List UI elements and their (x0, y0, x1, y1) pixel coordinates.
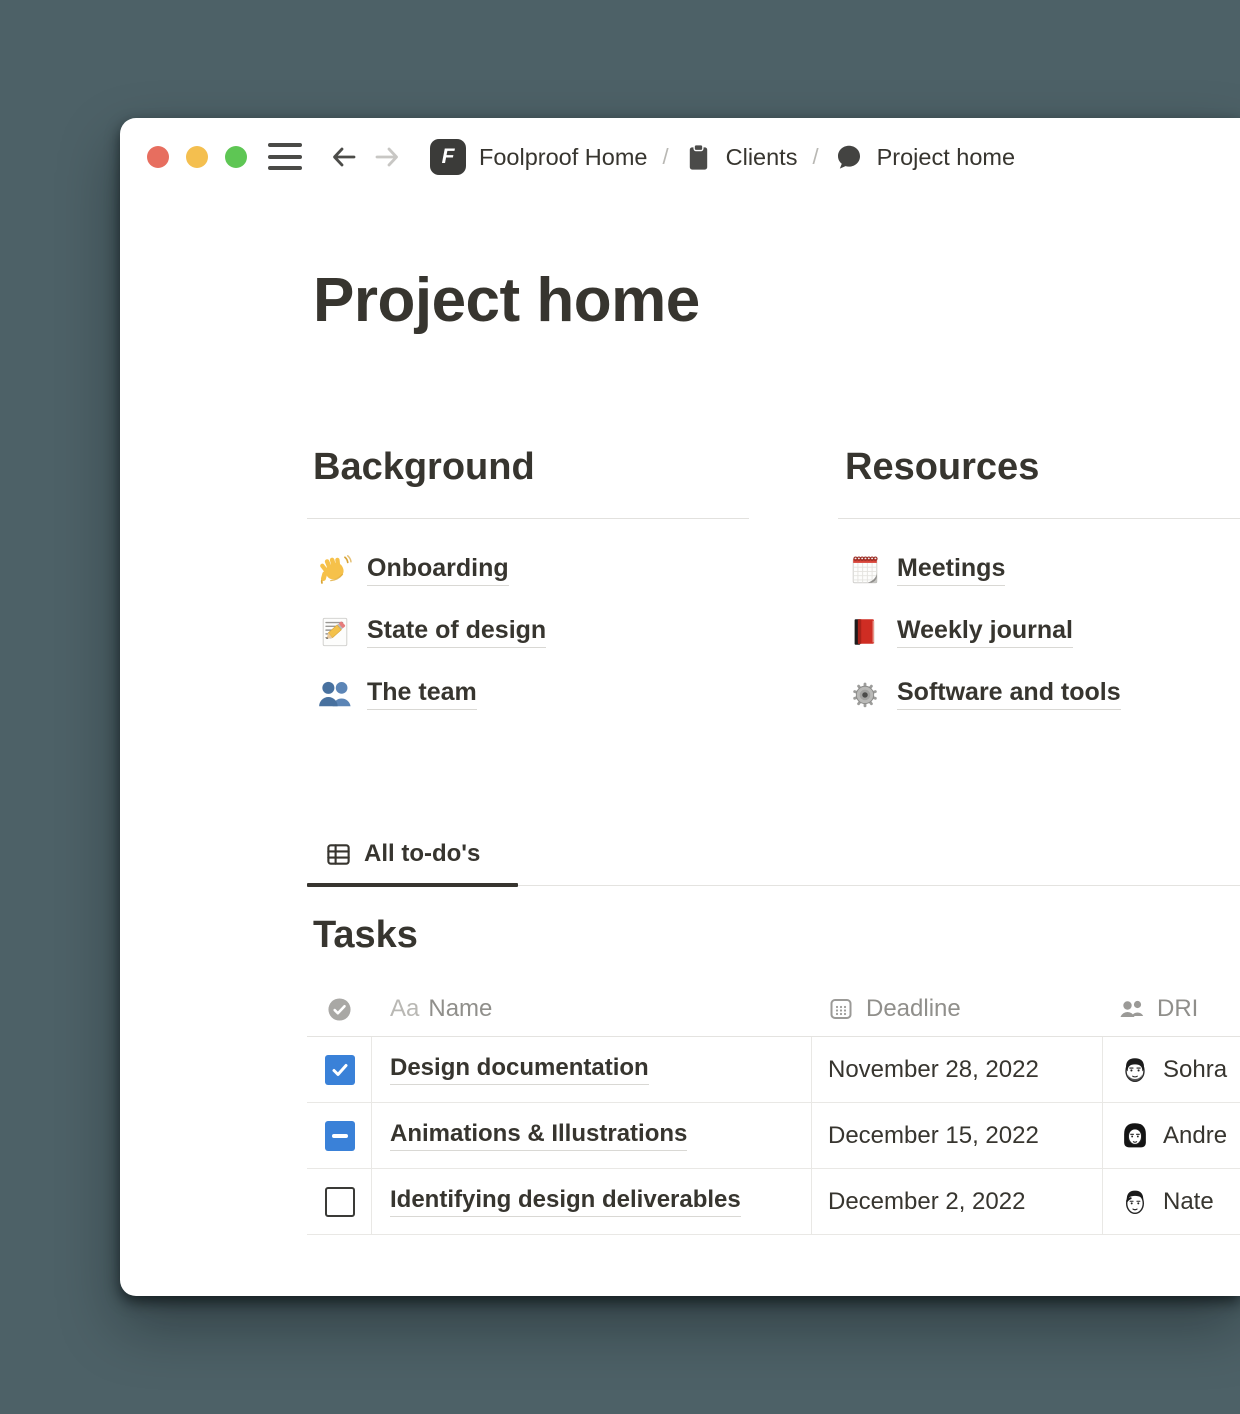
dri-name: Nate (1163, 1188, 1214, 1216)
name-cell[interactable]: Animations & Illustrations (372, 1103, 812, 1168)
breadcrumb-separator: / (663, 144, 669, 170)
deadline-value: December 2, 2022 (828, 1188, 1025, 1216)
table-header-row: Aa Name Deadline (307, 982, 1240, 1037)
text-property-icon: Aa (390, 995, 419, 1023)
breadcrumb: F Foolproof Home / Clients / Project hom… (430, 139, 1015, 175)
column-header-deadline: Deadline (866, 995, 961, 1023)
dri-cell[interactable]: Sohra (1103, 1037, 1240, 1102)
close-button[interactable] (147, 146, 169, 168)
avatar-bearded-man (1118, 1053, 1152, 1087)
checkbox-cell (307, 1103, 372, 1168)
page-link-label: The team (367, 678, 477, 710)
two-people-icon (318, 677, 352, 711)
header-dri-cell[interactable]: DRI (1103, 982, 1240, 1036)
page-link-software-and-tools[interactable]: Software and tools (848, 674, 1121, 714)
red-book-icon (848, 615, 882, 649)
dri-cell[interactable]: Nate (1103, 1169, 1240, 1234)
sidebar-menu-button[interactable] (268, 143, 302, 170)
deadline-cell[interactable]: December 15, 2022 (812, 1103, 1103, 1168)
breadcrumb-item-foolproof-home[interactable]: F Foolproof Home (430, 139, 648, 175)
deadline-value: December 15, 2022 (828, 1122, 1039, 1150)
calendar-icon (828, 996, 854, 1022)
app-window: F Foolproof Home / Clients / Project hom… (120, 118, 1240, 1296)
avatar-young-man (1118, 1185, 1152, 1219)
deadline-cell[interactable]: December 2, 2022 (812, 1169, 1103, 1234)
task-checkbox[interactable] (325, 1187, 355, 1217)
page-link-label: Meetings (897, 554, 1005, 586)
active-tab-underline (307, 883, 518, 887)
tasks-table: Aa Name Deadline (307, 982, 1240, 1235)
breadcrumb-separator: / (812, 144, 818, 170)
table-row[interactable]: Identifying design deliverables December… (307, 1169, 1240, 1235)
memo-pencil-icon (318, 615, 352, 649)
people-icon (1118, 995, 1146, 1023)
waving-hand-icon (318, 553, 352, 587)
page-link-label: Software and tools (897, 678, 1121, 710)
breadcrumb-item-clients[interactable]: Clients (684, 143, 798, 172)
checkmark-icon (330, 1060, 350, 1080)
foolproof-logo-icon: F (430, 139, 466, 175)
task-name-link[interactable]: Animations & Illustrations (390, 1120, 687, 1151)
breadcrumb-item-project-home[interactable]: Project home (834, 142, 1015, 172)
column-header-name: Name (428, 995, 492, 1023)
name-cell[interactable]: Identifying design deliverables (372, 1169, 812, 1234)
gear-icon (848, 677, 882, 711)
notepad-calendar-icon (848, 553, 882, 587)
header-deadline-cell[interactable]: Deadline (812, 982, 1103, 1036)
clipboard-icon (684, 143, 713, 172)
page-link-onboarding[interactable]: Onboarding (318, 550, 509, 590)
view-tab-label: All to-do's (364, 840, 480, 868)
dri-name: Andre (1163, 1122, 1227, 1150)
header-name-cell[interactable]: Aa Name (372, 982, 812, 1036)
page-link-weekly-journal[interactable]: Weekly journal (848, 612, 1073, 652)
page-link-label: Weekly journal (897, 616, 1073, 648)
page-link-meetings[interactable]: Meetings (848, 550, 1005, 590)
checkbox-cell (307, 1169, 372, 1234)
task-name-link[interactable]: Design documentation (390, 1054, 649, 1085)
page-link-state-of-design[interactable]: State of design (318, 612, 546, 652)
deadline-value: November 28, 2022 (828, 1056, 1039, 1084)
header-check-cell[interactable] (307, 982, 372, 1036)
dri-cell[interactable]: Andre (1103, 1103, 1240, 1168)
breadcrumb-label: Foolproof Home (479, 144, 648, 171)
breadcrumb-label: Project home (877, 144, 1015, 171)
section-heading-background: Background (313, 446, 535, 489)
forward-arrow-button[interactable] (372, 142, 402, 172)
section-divider (838, 518, 1240, 519)
page-link-label: State of design (367, 616, 546, 648)
traffic-lights (147, 146, 247, 168)
table-row[interactable]: Design documentation November 28, 2022 S… (307, 1037, 1240, 1103)
task-name-link[interactable]: Identifying design deliverables (390, 1186, 741, 1217)
checkbox-cell (307, 1037, 372, 1102)
table-view-icon (325, 841, 352, 868)
speech-bubble-icon (834, 142, 864, 172)
desktop: { "window": { "traffic_lights": ["close"… (0, 0, 1240, 1414)
page-link-label: Onboarding (367, 554, 509, 586)
avatar-woman-bob (1118, 1119, 1152, 1153)
check-circle-icon (327, 997, 352, 1022)
view-tab-all-todos[interactable]: All to-do's (325, 834, 480, 874)
name-cell[interactable]: Design documentation (372, 1037, 812, 1102)
dri-name: Sohra (1163, 1056, 1227, 1084)
tasks-heading: Tasks (313, 914, 418, 957)
table-row[interactable]: Animations & Illustrations December 15, … (307, 1103, 1240, 1169)
zoom-button[interactable] (225, 146, 247, 168)
page-link-the-team[interactable]: The team (318, 674, 477, 714)
deadline-cell[interactable]: November 28, 2022 (812, 1037, 1103, 1102)
page-title: Project home (313, 262, 700, 340)
section-divider (307, 518, 749, 519)
back-arrow-button[interactable] (329, 142, 359, 172)
minimize-button[interactable] (186, 146, 208, 168)
task-checkbox[interactable] (325, 1121, 355, 1151)
column-header-dri: DRI (1157, 995, 1198, 1023)
task-checkbox[interactable] (325, 1055, 355, 1085)
breadcrumb-label: Clients (726, 144, 798, 171)
section-heading-resources: Resources (845, 446, 1039, 489)
